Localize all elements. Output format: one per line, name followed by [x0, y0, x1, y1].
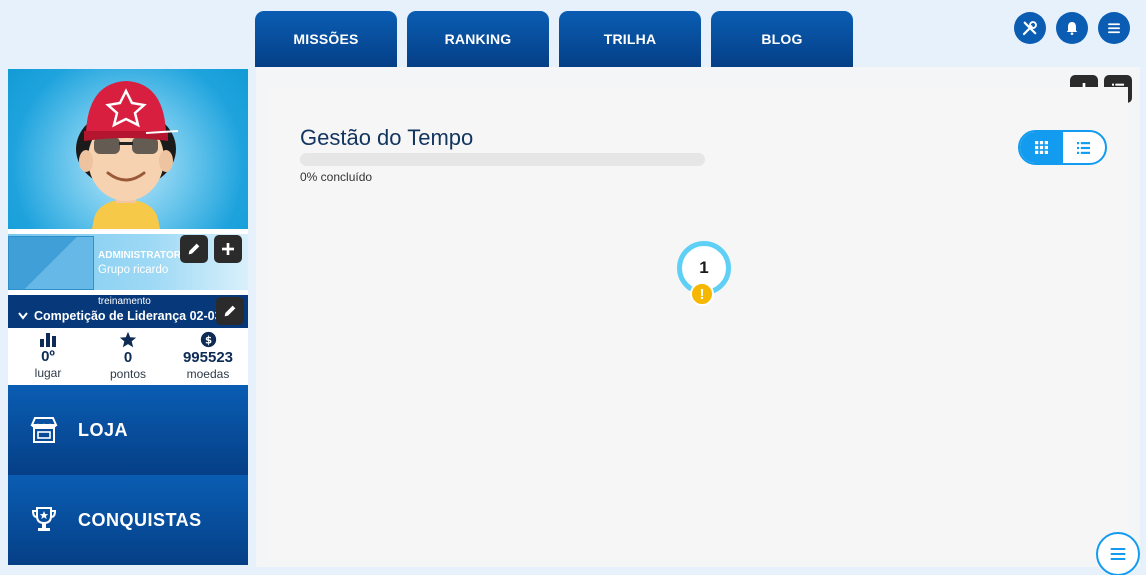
tab-trilha[interactable]: TRILHA — [559, 11, 701, 67]
svg-text:$: $ — [204, 335, 211, 346]
stat-pontos: 0 pontos — [88, 328, 168, 384]
user-role: ADMINISTRATOR — [98, 250, 181, 261]
chevron-down-icon — [18, 309, 28, 323]
competition-selector[interactable]: treinamento Competição de Liderança 02-0… — [8, 295, 248, 328]
avatar-illustration — [76, 81, 179, 229]
mission-node-number: 1 — [699, 258, 709, 277]
tab-missoes[interactable]: MISSÕES — [255, 11, 397, 67]
stats-row: 0º lugar 0 pontos $ 995523 moedas — [8, 328, 248, 384]
group-thumbnail[interactable] — [8, 236, 94, 290]
edit-group-button[interactable] — [180, 235, 208, 263]
top-navigation: MISSÕES RANKING TRILHA BLOG — [255, 11, 853, 67]
edit-competition-button[interactable] — [216, 297, 244, 325]
bell-icon — [1066, 22, 1078, 35]
progress-text: 0% concluído — [300, 170, 373, 184]
stat-moedas-value: 995523 — [182, 349, 234, 366]
hamburger-menu-icon — [1108, 23, 1120, 34]
competition-label: treinamento — [98, 296, 151, 307]
warning-icon: ! — [690, 282, 714, 306]
notifications-button[interactable] — [1056, 12, 1088, 44]
progress-bar — [300, 153, 705, 166]
hamburger-menu-icon — [1110, 548, 1126, 560]
tools-icon — [1022, 21, 1037, 36]
trail-content: Gestão do Tempo 0% concluído 1 ! — [268, 87, 1140, 575]
grid-icon — [1034, 141, 1048, 154]
add-group-button[interactable] — [214, 235, 242, 263]
tab-ranking[interactable]: RANKING — [407, 11, 549, 67]
stat-pontos-label: pontos — [109, 367, 147, 381]
floating-menu-button[interactable] — [1096, 532, 1140, 575]
view-toggle — [1018, 130, 1107, 165]
pencil-icon — [224, 305, 236, 317]
stat-moedas-label: moedas — [186, 367, 230, 381]
competition-name-text: Competição de Liderança 02-03 — [34, 309, 218, 323]
list-view-button[interactable] — [1063, 132, 1106, 163]
loja-label: LOJA — [78, 419, 129, 440]
conquistas-label: CONQUISTAS — [78, 509, 202, 530]
stat-lugar-label: lugar — [34, 366, 62, 380]
star-icon — [119, 331, 137, 348]
coin-icon: $ — [200, 331, 216, 348]
group-row: ADMINISTRATOR Grupo ricardo — [8, 234, 248, 290]
main-menu-button[interactable] — [1098, 12, 1130, 44]
plus-icon — [222, 243, 234, 255]
stat-lugar: 0º lugar — [8, 328, 88, 384]
list-icon — [1077, 141, 1091, 154]
competition-name: Competição de Liderança 02-03 — [18, 309, 218, 323]
stat-moedas: $ 995523 moedas — [168, 328, 248, 384]
avatar[interactable] — [8, 69, 248, 229]
bar-chart-icon — [40, 333, 56, 347]
stat-lugar-value: 0º — [41, 348, 55, 365]
tab-blog[interactable]: BLOG — [711, 11, 853, 67]
main-panel: Gestão do Tempo 0% concluído 1 ! — [256, 67, 1140, 575]
store-icon — [26, 415, 62, 445]
pencil-icon — [188, 243, 200, 255]
warning-icon-mark: ! — [699, 285, 705, 303]
page-title: Gestão do Tempo — [300, 125, 474, 150]
profile-panel: ADMINISTRATOR Grupo ricardo treinamento … — [8, 69, 248, 565]
trophy-icon — [26, 505, 62, 535]
group-name: Grupo ricardo — [98, 264, 169, 276]
stat-pontos-value: 0 — [123, 349, 133, 366]
conquistas-button[interactable]: CONQUISTAS — [8, 475, 248, 565]
tools-button[interactable] — [1014, 12, 1046, 44]
top-icons — [1014, 12, 1130, 44]
grid-view-button[interactable] — [1020, 132, 1063, 163]
loja-button[interactable]: LOJA — [8, 385, 248, 475]
